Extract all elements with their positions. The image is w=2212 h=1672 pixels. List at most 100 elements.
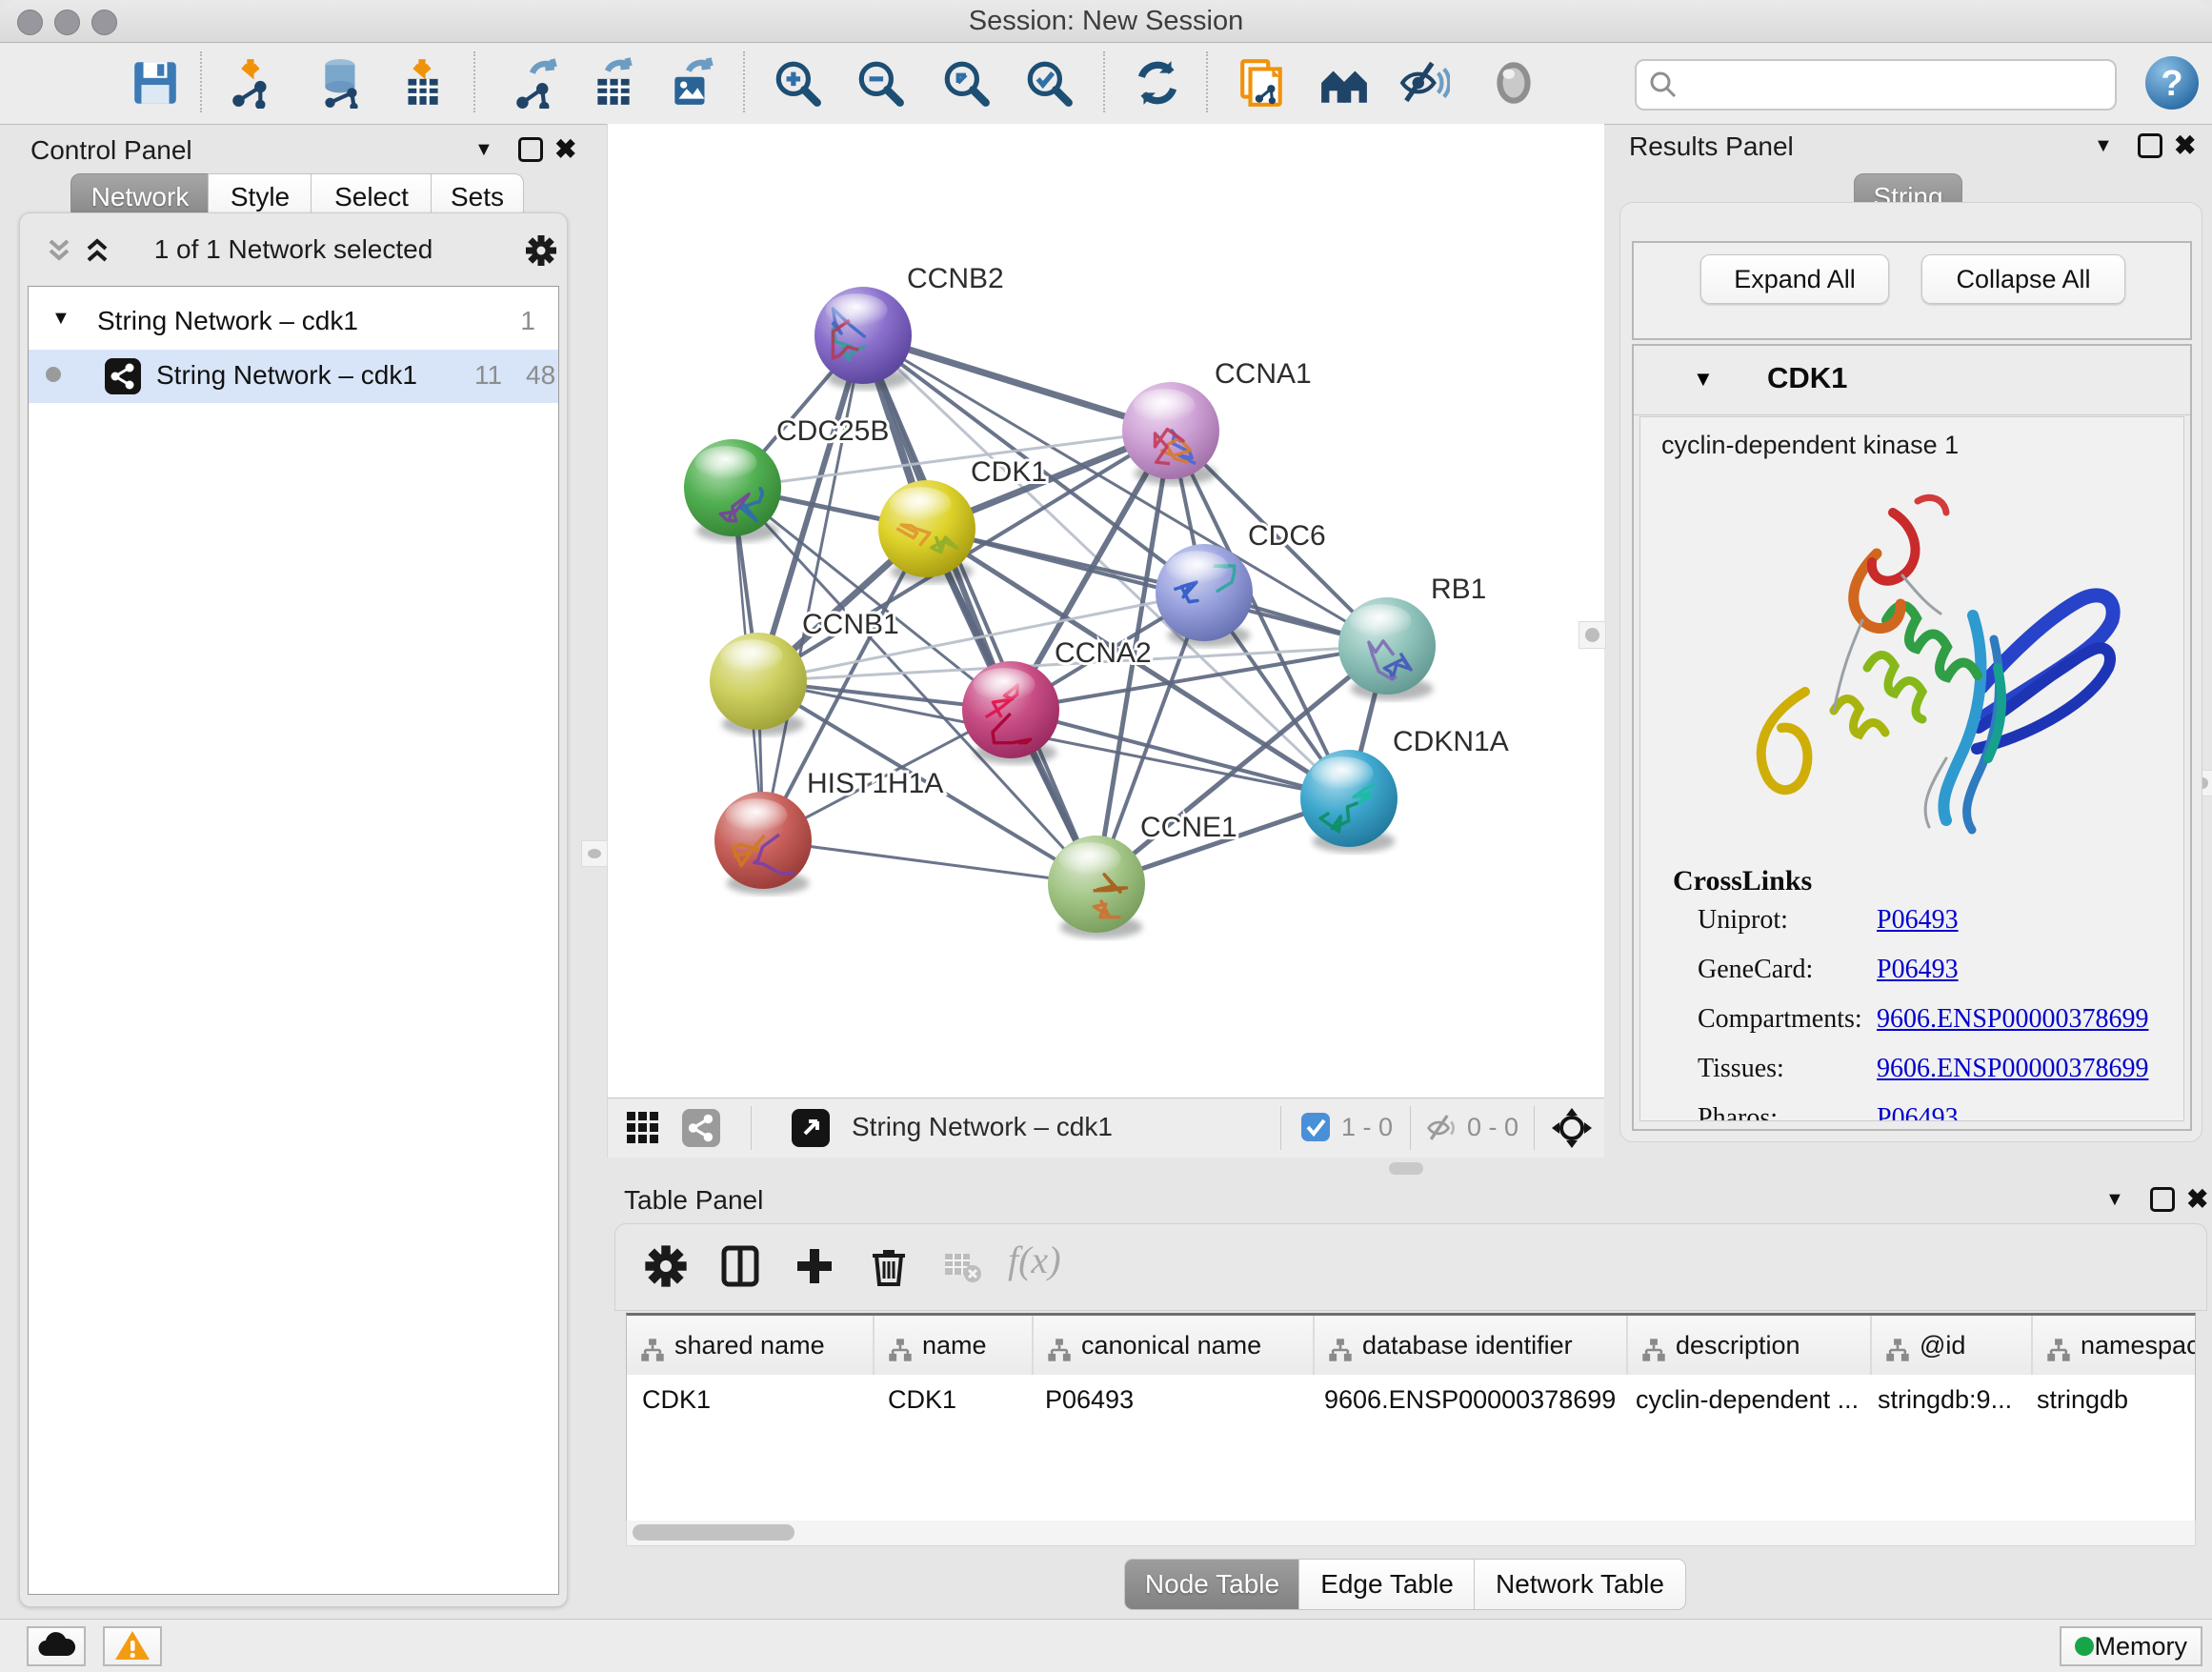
table-panel-menu-button[interactable]: ▼ [2105, 1189, 2124, 1211]
memory-button[interactable]: Memory [2060, 1626, 2202, 1666]
refresh-view-button[interactable] [1130, 55, 1185, 111]
crosslink-link[interactable]: 9606.ENSP00000378699 [1877, 1004, 2148, 1035]
table-cell[interactable]: cyclin-dependent ... [1620, 1375, 1862, 1424]
first-neighbors-button[interactable] [1317, 55, 1372, 111]
results-panel-title: Results Panel [1629, 131, 1794, 162]
eye-slash-icon [1398, 57, 1450, 109]
network-row-selected[interactable]: String Network – cdk1 11 48 [29, 350, 558, 403]
results-panel-close-button[interactable]: ✖ [2174, 130, 2196, 161]
column-header-namespace[interactable]: namespace [2033, 1316, 2196, 1375]
add-column-button[interactable] [789, 1241, 840, 1293]
hide-selected-button[interactable] [1397, 55, 1452, 111]
help-button[interactable]: ? [2145, 56, 2199, 110]
show-all-button[interactable] [1486, 55, 1541, 111]
network-edge[interactable] [763, 335, 863, 840]
column-header-database-identifier[interactable]: database identifier [1315, 1316, 1628, 1375]
warnings-button[interactable] [103, 1626, 162, 1666]
table-cell[interactable]: CDK1 [873, 1375, 1030, 1424]
network-node-CDC6[interactable] [1156, 544, 1253, 647]
network-collection-row[interactable]: ▼ String Network – cdk1 1 [29, 296, 558, 348]
results-panel: Results Panel ▼ ✖ String Expand All Coll… [1612, 128, 2212, 1157]
results-panel-float-button[interactable] [2138, 133, 2162, 161]
control-panel-close-button[interactable]: ✖ [554, 133, 576, 165]
save-session-button[interactable] [128, 55, 183, 111]
network-node-CDK1[interactable] [878, 480, 975, 583]
column-header-canonical-name[interactable]: canonical name [1034, 1316, 1315, 1375]
export-image-button[interactable] [665, 55, 720, 111]
network-edge-count: 48 [526, 360, 555, 391]
network-node-CCNA2[interactable] [962, 661, 1059, 764]
scrollbar-thumb[interactable] [633, 1524, 794, 1541]
column-header-description[interactable]: description [1628, 1316, 1872, 1375]
search-input[interactable] [1686, 65, 2100, 103]
tab-edge-table[interactable]: Edge Table [1298, 1559, 1476, 1610]
left-splitter-handle[interactable] [581, 840, 608, 867]
zoom-out-button[interactable] [853, 55, 908, 111]
table-cell[interactable]: stringdb:9... [1862, 1375, 2021, 1424]
tab-network-table[interactable]: Network Table [1474, 1559, 1686, 1610]
export-network-button[interactable] [509, 55, 564, 111]
network-node-CCNB1[interactable] [710, 633, 807, 735]
node-label-HIST1H1A: HIST1H1A [807, 768, 943, 799]
collapse-all-button[interactable]: Collapse All [1921, 254, 2125, 304]
gene-section-header[interactable]: ▼ CDK1 [1634, 346, 2190, 415]
table-cell[interactable]: CDK1 [627, 1375, 873, 1424]
table-cell[interactable]: 9606.ENSP00000378699 [1309, 1375, 1620, 1424]
tab-node-table[interactable]: Node Table [1124, 1559, 1300, 1610]
import-table-button[interactable] [394, 55, 450, 111]
table-panel-close-button[interactable]: ✖ [2186, 1183, 2208, 1215]
zoom-in-button[interactable] [770, 55, 825, 111]
copy-network-button[interactable] [1235, 55, 1290, 111]
crosslink-link[interactable]: 9606.ENSP00000378699 [1877, 1054, 2148, 1084]
results-panel-menu-button[interactable]: ▼ [2094, 135, 2113, 157]
table-row[interactable]: CDK1CDK1P064939606.ENSP00000378699cyclin… [627, 1375, 2196, 1424]
crosslink-link[interactable]: P06493 [1877, 905, 1959, 936]
birdseye-view-button[interactable] [1551, 1107, 1593, 1152]
open-session-button[interactable] [34, 55, 90, 111]
network-node-CCNE1[interactable] [1048, 836, 1145, 938]
table-panel-float-button[interactable] [2150, 1187, 2175, 1215]
grid-icon [625, 1110, 661, 1146]
delete-column-button[interactable] [863, 1241, 915, 1293]
network-options-gear-button[interactable] [525, 234, 557, 270]
grid-view-button[interactable] [625, 1110, 661, 1149]
network-edge[interactable] [763, 840, 1096, 884]
control-panel-float-button[interactable] [518, 137, 543, 165]
show-columns-button[interactable] [714, 1241, 766, 1293]
table-horizontal-scrollbar[interactable] [626, 1521, 2196, 1546]
crosslink-row: Pharos:P06493 [1640, 1103, 2183, 1121]
control-panel-menu-button[interactable]: ▼ [474, 139, 493, 161]
zoom-selected-button[interactable] [1021, 55, 1076, 111]
collection-expand-icon[interactable]: ▼ [51, 308, 70, 330]
selected-nodes-checkbox[interactable] [1301, 1113, 1330, 1141]
floppy-icon [130, 57, 181, 109]
horizontal-splitter-handle[interactable] [1389, 1162, 1423, 1175]
expand-all-button[interactable]: Expand All [1700, 254, 1889, 304]
import-network-file-button[interactable] [225, 55, 280, 111]
table-cell[interactable]: P06493 [1030, 1375, 1309, 1424]
export-table-button[interactable] [586, 55, 641, 111]
network-node-CCNA1[interactable] [1122, 382, 1219, 485]
cloud-status-button[interactable] [27, 1626, 86, 1666]
network-node-HIST1H1A[interactable] [714, 792, 812, 895]
column-header-shared-name[interactable]: shared name [627, 1316, 875, 1375]
crosslink-link[interactable]: P06493 [1877, 955, 1959, 985]
table-options-gear-button[interactable] [640, 1241, 692, 1293]
detach-view-button[interactable] [792, 1109, 830, 1147]
network-node-RB1[interactable] [1338, 597, 1436, 700]
table-cell[interactable]: stringdb [2021, 1375, 2196, 1424]
column-header-name[interactable]: name [875, 1316, 1034, 1375]
right-splitter-handle[interactable] [1579, 621, 1606, 649]
toolbar-separator [1206, 51, 1208, 112]
share-view-button[interactable] [682, 1109, 720, 1147]
network-canvas[interactable]: CCNB2CCNA1CDC25BCDK1CDC6RB1CCNB1CCNA2CDK… [607, 124, 1604, 1098]
zoom-fit-button[interactable] [938, 55, 994, 111]
gene-collapse-icon[interactable]: ▼ [1693, 367, 1714, 392]
hidden-counts: 0 - 0 [1467, 1113, 1518, 1142]
column-header--id[interactable]: @id [1872, 1316, 2033, 1375]
network-node-CDC25B[interactable] [684, 439, 781, 542]
crosslink-link[interactable]: P06493 [1877, 1103, 1959, 1121]
network-node-CDKN1A[interactable] [1300, 750, 1398, 853]
delete-table-button-disabled [937, 1241, 989, 1293]
import-network-database-button[interactable] [314, 55, 370, 111]
